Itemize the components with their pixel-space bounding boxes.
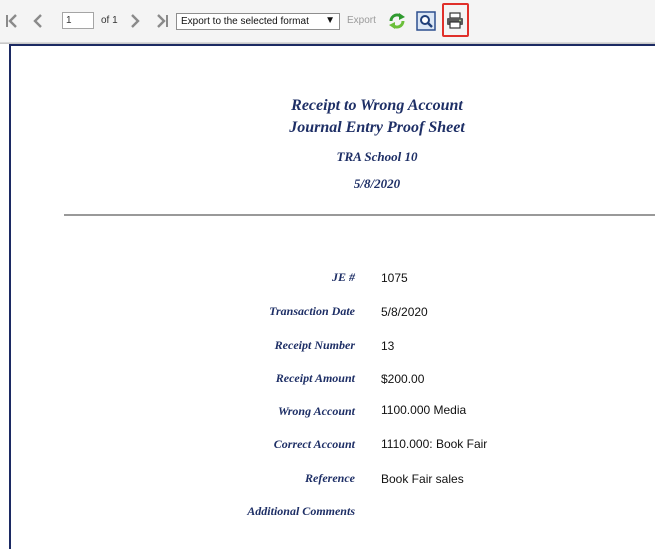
page-number-input[interactable] (62, 12, 94, 29)
first-page-icon (6, 14, 17, 28)
page-border-left (9, 44, 11, 549)
value-wrong-account: 1100.000 Media (381, 403, 467, 417)
refresh-icon (389, 13, 405, 29)
next-page-button[interactable] (127, 9, 143, 33)
first-page-button[interactable] (3, 9, 21, 33)
report-subtitle: Journal Entry Proof Sheet (289, 119, 465, 136)
export-format-select[interactable]: Export to the selected format ▼ (176, 13, 340, 30)
value-je-number: 1075 (381, 271, 408, 285)
value-transaction-date: 5/8/2020 (381, 305, 428, 319)
previous-page-button[interactable] (30, 9, 46, 33)
label-correct-account: Correct Account (273, 437, 355, 451)
value-correct-account: 1110.000: Book Fair (381, 437, 488, 451)
page-count: of 1 (101, 15, 118, 26)
find-button[interactable] (416, 11, 436, 31)
school-name: TRA School 10 (336, 149, 418, 164)
value-receipt-number: 13 (381, 339, 395, 353)
report-date: 5/8/2020 (353, 176, 401, 191)
value-reference: Book Fair sales (381, 472, 464, 486)
next-page-icon (131, 14, 140, 28)
previous-page-icon (33, 14, 42, 28)
header-divider (64, 214, 655, 216)
report-title: Receipt to Wrong Account (291, 97, 463, 114)
export-link[interactable]: Export (347, 15, 376, 26)
value-receipt-amount: $200.00 (381, 372, 425, 386)
report-viewer-toolbar: of 1 Export to the selected format ▼ Exp… (0, 0, 655, 43)
find-icon (416, 11, 436, 31)
label-wrong-account: Wrong Account (277, 404, 355, 418)
last-page-icon (157, 14, 168, 28)
label-additional-comments: Additional Comments (247, 504, 355, 518)
refresh-button[interactable] (387, 11, 407, 31)
label-transaction-date: Transaction Date (269, 304, 355, 318)
print-icon (447, 12, 463, 29)
label-je-number: JE # (331, 270, 355, 284)
label-receipt-number: Receipt Number (274, 338, 355, 352)
dropdown-arrow-icon: ▼ (325, 15, 335, 26)
page-border-top (9, 44, 655, 46)
label-receipt-amount: Receipt Amount (275, 371, 355, 385)
label-reference: Reference (305, 471, 355, 485)
last-page-button[interactable] (153, 9, 171, 33)
export-format-value: Export to the selected format (181, 16, 309, 27)
print-button[interactable] (445, 11, 465, 31)
